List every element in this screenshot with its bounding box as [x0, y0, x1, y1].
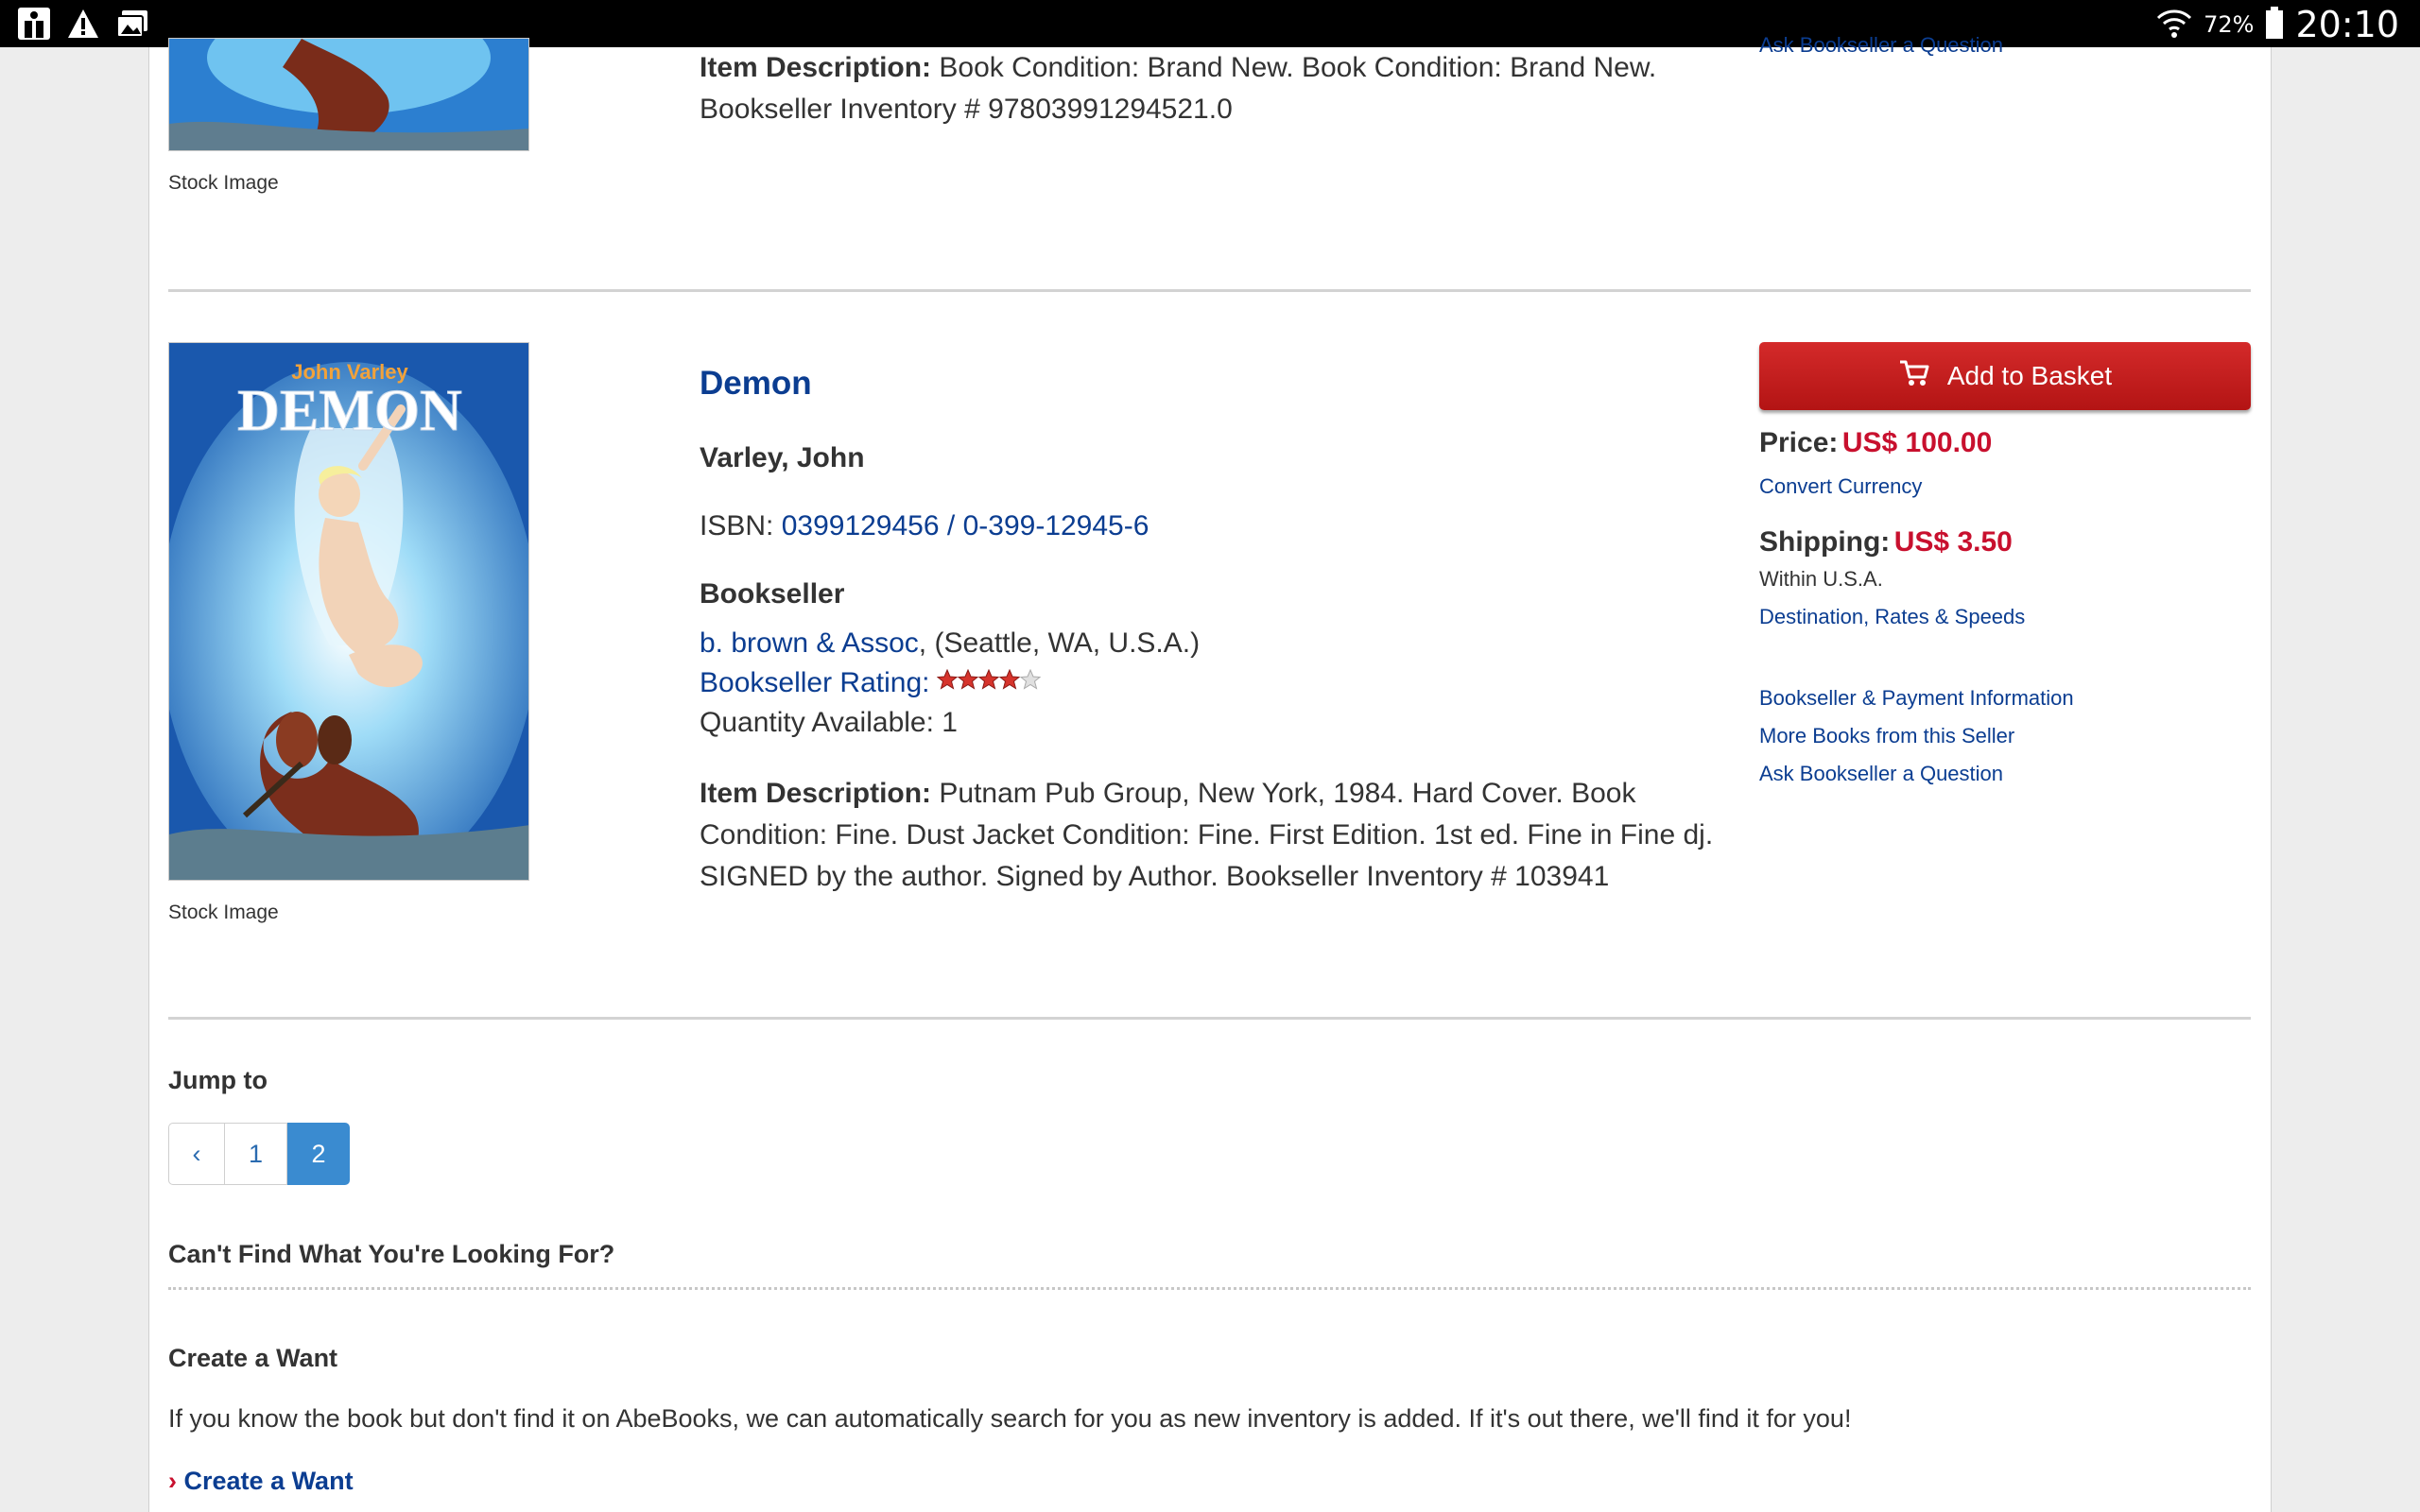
convert-currency-link[interactable]: Convert Currency [1759, 474, 1922, 499]
isbn-separator: / [946, 510, 956, 541]
star-icon [999, 668, 1021, 690]
price-line: Price: US$ 100.00 [1759, 427, 1992, 459]
quantity-available: Quantity Available: 1 [700, 707, 958, 738]
shipping-value: US$ 3.50 [1893, 526, 2013, 558]
cover-title-text: DEMON [237, 379, 462, 443]
battery-percent: 72% [2204, 11, 2255, 38]
chevron-right-icon: › [168, 1467, 177, 1495]
divider [168, 289, 2251, 292]
ask-bookseller-question-link[interactable]: Ask Bookseller a Question [1759, 762, 2003, 786]
previous-ask-seller-link[interactable]: Ask Bookseller a Question [1759, 33, 2003, 58]
add-to-basket-label: Add to Basket [1946, 361, 2113, 390]
cant-find-heading: Can't Find What You're Looking For? [168, 1240, 615, 1268]
isbn-formatted-link[interactable]: 0-399-12945-6 [963, 510, 1150, 541]
star-icon [958, 668, 979, 690]
book-author: Varley, John [700, 442, 865, 473]
more-books-from-seller-link[interactable]: More Books from this Seller [1759, 724, 2014, 748]
isbn10-link[interactable]: 0399129456 [782, 510, 940, 541]
previous-item-description: Item Description: Book Condition: Brand … [700, 52, 1657, 125]
shipping-region: Within U.S.A. [1759, 567, 1883, 591]
price-label: Price: [1759, 427, 1839, 458]
jump-to-heading: Jump to [168, 1066, 268, 1094]
isbn-label: ISBN: [700, 510, 774, 541]
image-caption: Stock Image [168, 172, 279, 194]
create-want-heading: Create a Want [168, 1344, 338, 1372]
book-cover-image[interactable]: John Varley DEMON [168, 342, 529, 881]
star-empty-icon [1020, 668, 1042, 690]
shipping-label: Shipping: [1759, 526, 1891, 558]
pagination-page-2[interactable]: 2 [287, 1123, 350, 1185]
previous-book-cover[interactable] [168, 38, 529, 151]
bookseller-heading: Bookseller [700, 578, 845, 610]
clock: 20:10 [2295, 4, 2399, 45]
create-want-link[interactable]: Create a Want [184, 1467, 354, 1495]
results-panel: Stock Image Item Description: Book Condi… [148, 33, 2272, 1512]
divider [168, 1017, 2251, 1020]
gallery-icon [115, 8, 149, 44]
bookseller-payment-info-link[interactable]: Bookseller & Payment Information [1759, 686, 2074, 711]
seller-rating-link[interactable]: Bookseller Rating: [700, 667, 929, 699]
warning-icon [66, 8, 100, 44]
seller-rating-line: Bookseller Rating: [700, 667, 1045, 699]
cart-icon [1898, 359, 1930, 394]
battery-icon [2265, 6, 2284, 43]
dotted-divider [168, 1287, 2251, 1290]
create-want-link-line: › Create a Want [168, 1467, 354, 1496]
seller-location: , (Seattle, WA, U.S.A.) [918, 627, 1201, 659]
price-value: US$ 100.00 [1841, 427, 1993, 458]
item-description: Item Description: Putnam Pub Group, New … [700, 778, 1714, 892]
pagination-page-1[interactable]: 1 [225, 1123, 287, 1185]
pagination: ‹ 1 2 [168, 1123, 350, 1185]
rating-stars [937, 667, 1045, 699]
wifi-icon [2156, 7, 2192, 43]
pagination-prev-button[interactable]: ‹ [168, 1123, 225, 1185]
app-notification-icon [17, 7, 51, 45]
destination-rates-link[interactable]: Destination, Rates & Speeds [1759, 605, 2025, 629]
add-to-basket-button[interactable]: Add to Basket [1759, 342, 2251, 410]
isbn-line: ISBN: 0399129456 / 0-399-12945-6 [700, 510, 1149, 542]
image-caption: Stock Image [168, 902, 279, 923]
shipping-line: Shipping: US$ 3.50 [1759, 526, 2013, 558]
book-title-link[interactable]: Demon [700, 365, 812, 403]
create-want-body: If you know the book but don't find it o… [168, 1404, 1852, 1433]
star-icon [978, 668, 1000, 690]
seller-name-link[interactable]: b. brown & Assoc [700, 627, 919, 659]
seller-line: b. brown & Assoc, (Seattle, WA, U.S.A.) [700, 627, 1200, 660]
star-icon [937, 668, 959, 690]
